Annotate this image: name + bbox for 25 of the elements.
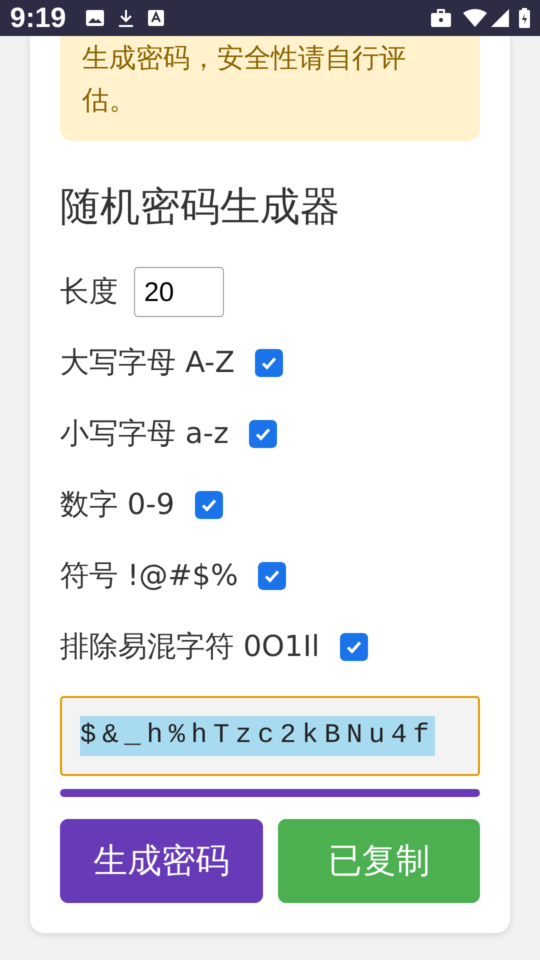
briefcase-icon <box>431 9 451 27</box>
wifi-icon <box>463 9 487 27</box>
password-field[interactable]: $&_h%hTzc2kBNu4f <box>60 696 480 776</box>
option-label: 大写字母 A-Z <box>60 344 235 382</box>
option-label: 符号 !@#$% <box>60 557 238 594</box>
page-title: 随机密码生成器 <box>60 183 341 232</box>
checkbox[interactable] <box>254 349 283 377</box>
option-label: 排除易混字符 0O1Il <box>60 628 320 666</box>
checkbox[interactable] <box>258 562 286 590</box>
option-label: 小写字母 a-z <box>60 415 229 452</box>
length-label: 长度 <box>60 273 118 310</box>
image-icon <box>86 10 104 26</box>
password-text: $&_h%hTzc2kBNu4f <box>80 716 436 756</box>
generate-button[interactable]: 生成密码 <box>60 819 262 903</box>
battery-icon <box>519 8 530 28</box>
clock: 9:19 <box>10 1 66 35</box>
checkbox[interactable] <box>340 633 368 661</box>
download-icon <box>118 9 134 27</box>
keyboard-icon <box>148 10 164 26</box>
checkbox[interactable] <box>194 491 223 519</box>
notice-text: 生成密码，安全性请自行评估。 <box>82 42 407 118</box>
length-field[interactable]: 20 <box>134 267 224 317</box>
option-label: 数字 0-9 <box>60 486 175 524</box>
signal-icon <box>491 9 509 27</box>
checkbox[interactable] <box>248 420 277 448</box>
